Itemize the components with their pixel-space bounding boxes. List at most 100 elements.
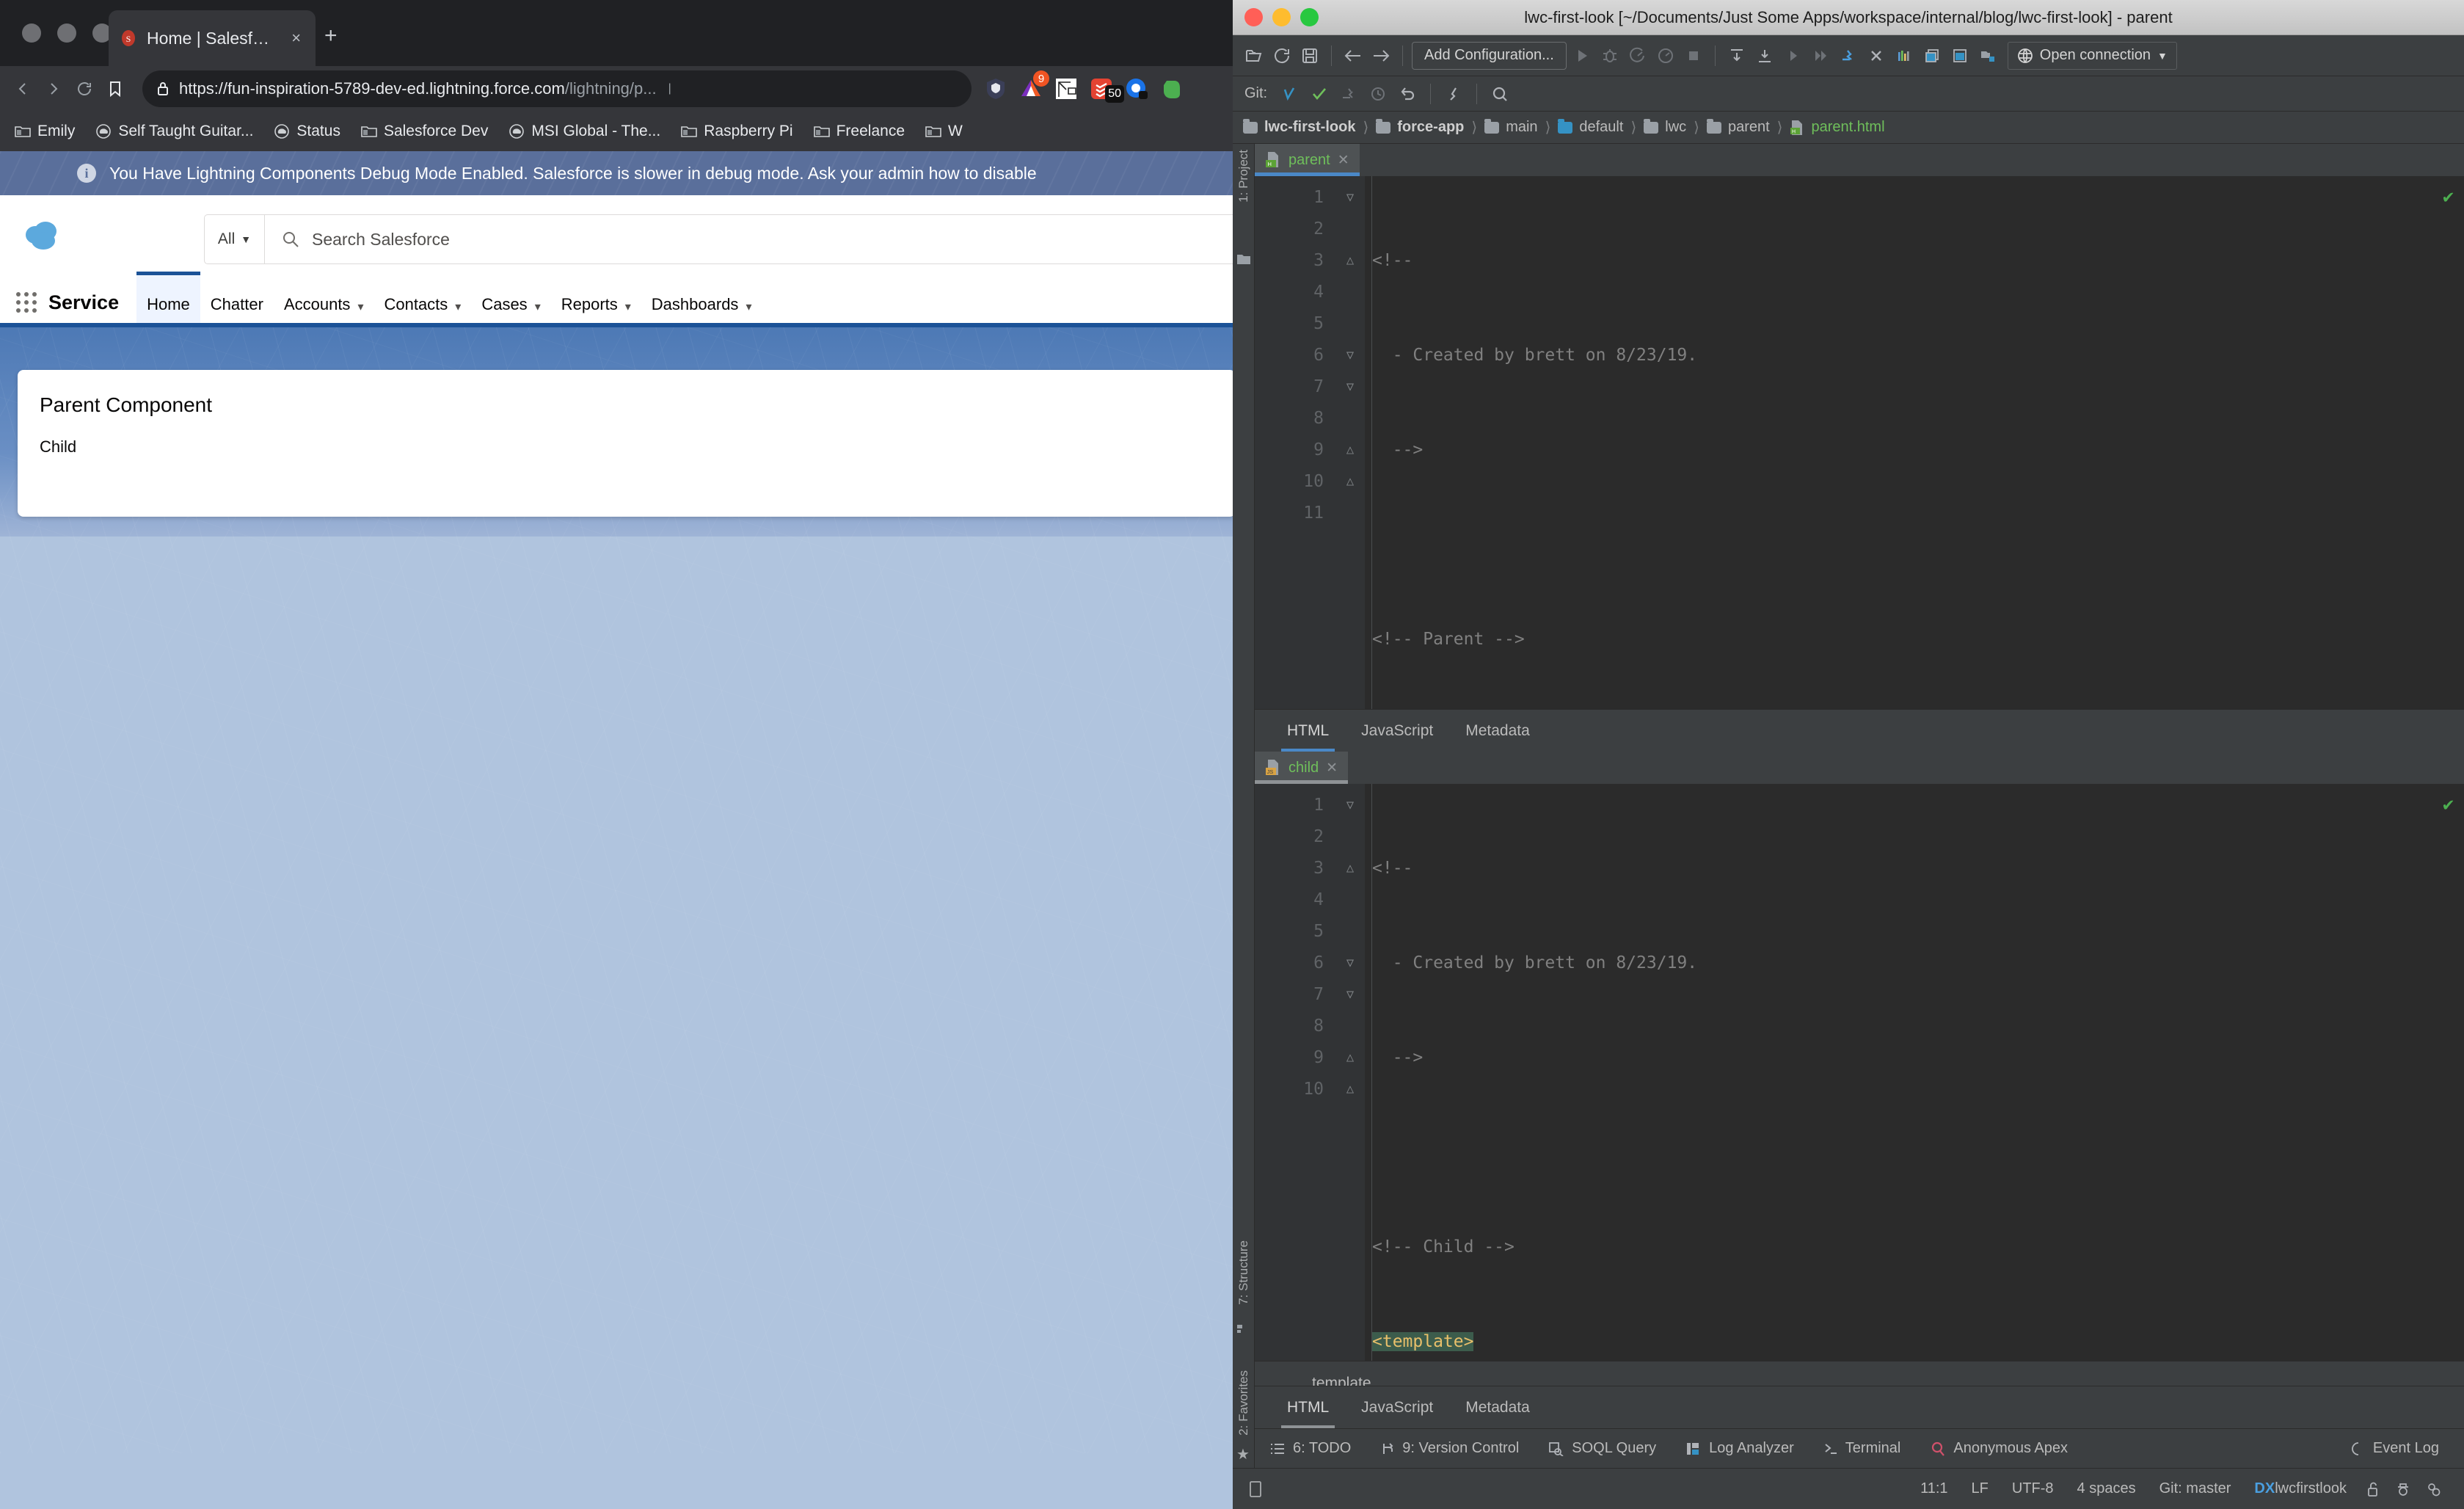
breadcrumb-item-force-app[interactable]: force-app — [1376, 118, 1464, 136]
new-tab-button[interactable]: + — [324, 25, 338, 47]
crane-extension-icon[interactable] — [1052, 75, 1080, 103]
close-icon[interactable]: × — [287, 29, 305, 48]
forward-icon[interactable] — [38, 73, 69, 104]
commit-icon[interactable] — [1307, 81, 1332, 106]
fold-marker-expanded[interactable]: ▽ — [1335, 790, 1365, 821]
git-branch-status[interactable]: Git: master — [2148, 1480, 2243, 1497]
breadcrumb-item-default[interactable]: default — [1558, 118, 1623, 136]
run-icon[interactable] — [1570, 43, 1594, 68]
bookmark-item[interactable]: Raspberry Pi — [674, 123, 800, 140]
nav-item-chatter[interactable]: Chatter — [200, 272, 274, 327]
idea-traffic-lights[interactable] — [1244, 8, 1319, 26]
idea-close-button[interactable] — [1244, 8, 1263, 26]
stop-icon[interactable] — [1681, 43, 1706, 68]
editor-tab-child[interactable]: JS child ✕ — [1255, 752, 1349, 784]
event-settings-icon[interactable] — [2419, 1480, 2449, 1498]
run-to-cursor-icon[interactable] — [1808, 43, 1833, 68]
tool-window-event-log[interactable]: Event Log — [2336, 1440, 2464, 1457]
chevron-down-icon[interactable]: ▼ — [2157, 50, 2168, 62]
chart-icon[interactable] — [1892, 43, 1917, 68]
idea-maximize-button[interactable] — [1300, 8, 1319, 26]
bottom-editor-code[interactable]: <!-- - Created by brett on 8/23/19. --> … — [1372, 790, 2464, 1405]
sidebar-item-favorites[interactable]: 2: Favorites — [1233, 1370, 1255, 1436]
fold-marker-expanded[interactable]: ▽ — [1335, 371, 1365, 403]
fold-marker-end[interactable]: △ — [1335, 853, 1365, 884]
sidebar-item-project[interactable]: 1: Project — [1233, 150, 1255, 203]
inspector-hat-icon[interactable] — [2388, 1480, 2419, 1498]
branch-icon[interactable] — [1441, 81, 1466, 106]
tool-window-version-control[interactable]: 9: Version Control — [1366, 1440, 1534, 1457]
tool-window-anonymous-apex[interactable]: Anonymous Apex — [1915, 1440, 2082, 1457]
top-editor-code[interactable]: <!-- - Created by brett on 8/23/19. --> … — [1372, 182, 2464, 709]
step-over-icon[interactable] — [1724, 43, 1749, 68]
editor-tab-parent[interactable]: H parent ✕ — [1255, 144, 1360, 176]
bookmark-item[interactable]: W — [918, 123, 970, 140]
back-icon[interactable] — [7, 73, 38, 104]
debug-icon[interactable] — [1597, 43, 1622, 68]
chevron-down-icon[interactable]: ▾ — [746, 299, 751, 314]
evernote-icon[interactable] — [1158, 75, 1186, 103]
nav-item-cases[interactable]: Cases ▾ — [471, 272, 550, 327]
rollback-icon[interactable] — [1395, 81, 1420, 106]
nav-item-contacts[interactable]: Contacts ▾ — [373, 272, 471, 327]
fold-marker-end[interactable]: △ — [1335, 1042, 1365, 1074]
bookmark-item[interactable]: Status — [266, 123, 348, 140]
fold-marker-end[interactable]: △ — [1335, 1074, 1365, 1105]
search-scope-select[interactable]: All ▼ — [205, 215, 265, 263]
bookmark-item[interactable]: Freelance — [806, 123, 912, 140]
ok-check-icon[interactable]: ✔ — [2443, 788, 2454, 820]
tool-window-todo[interactable]: 6: TODO — [1255, 1440, 1366, 1457]
ok-check-icon[interactable]: ✔ — [2443, 181, 2454, 212]
fold-marker-end[interactable]: △ — [1335, 466, 1365, 498]
sync-icon[interactable] — [1269, 43, 1294, 68]
fold-marker-expanded[interactable]: ▽ — [1335, 948, 1365, 979]
open-project-icon[interactable] — [1242, 43, 1266, 68]
browser-close-button[interactable] — [22, 23, 41, 43]
forward-icon[interactable] — [1368, 43, 1393, 68]
bookmark-item[interactable]: Emily — [7, 123, 82, 140]
salesforce-logo[interactable] — [21, 217, 63, 254]
deploy-icon[interactable] — [1975, 43, 2000, 68]
search-input[interactable]: Search Salesforce — [312, 230, 450, 250]
browser-traffic-lights[interactable] — [22, 23, 112, 43]
nav-item-dashboards[interactable]: Dashboards ▾ — [641, 272, 762, 327]
nav-item-accounts[interactable]: Accounts ▾ — [274, 272, 374, 327]
tool-window-soql-query[interactable]: SOQL Query — [1534, 1440, 1671, 1457]
close-icon[interactable]: ✕ — [1338, 152, 1349, 169]
chevron-down-icon[interactable]: ▾ — [535, 299, 541, 314]
nav-item-home[interactable]: Home — [136, 272, 200, 327]
fold-marker-expanded[interactable]: ▽ — [1335, 340, 1365, 371]
breadcrumb-item-main[interactable]: main — [1484, 118, 1538, 136]
tab-javascript[interactable]: JavaScript — [1345, 1386, 1449, 1429]
profile-icon[interactable] — [1653, 43, 1678, 68]
tab-metadata[interactable]: Metadata — [1449, 1386, 1546, 1429]
force-step-icon[interactable] — [1836, 43, 1861, 68]
browser-tab[interactable]: S Home | Salesforce × — [109, 10, 316, 66]
push-icon[interactable] — [1336, 81, 1361, 106]
tab-html[interactable]: HTML — [1271, 1386, 1345, 1429]
file-encoding[interactable]: UTF-8 — [2000, 1480, 2066, 1497]
open-connection-button[interactable]: Open connection ▼ — [2007, 41, 2177, 70]
brave-rewards-icon[interactable]: 9 — [1017, 70, 1049, 103]
address-bar[interactable]: https://fun-inspiration-5789-dev-ed.ligh… — [142, 70, 972, 107]
bookmark-item[interactable]: Self Taught Guitar... — [88, 123, 260, 140]
lock-open-icon[interactable] — [2358, 1480, 2388, 1498]
breadcrumb-item-parent-html[interactable]: H parent.html — [1790, 119, 1885, 136]
fold-marker-expanded[interactable]: ▽ — [1335, 182, 1365, 214]
step-into-icon[interactable] — [1752, 43, 1777, 68]
chevron-down-icon[interactable]: ▾ — [357, 299, 363, 314]
sidebar-item-structure[interactable]: 7: Structure — [1233, 1240, 1255, 1305]
breadcrumb-item-lwc-first-look[interactable]: lwc-first-look — [1243, 118, 1355, 136]
todoist-icon[interactable]: 50 — [1087, 75, 1124, 103]
tab-javascript[interactable]: JavaScript — [1345, 710, 1449, 752]
update-project-icon[interactable] — [1277, 81, 1302, 106]
tool-window-log-analyzer[interactable]: Log Analyzer — [1671, 1440, 1809, 1457]
step-out-icon[interactable] — [1780, 43, 1805, 68]
fold-marker-end[interactable]: △ — [1335, 245, 1365, 277]
close-icon[interactable]: ✕ — [1326, 760, 1338, 777]
breadcrumb-item-parent[interactable]: parent — [1706, 118, 1770, 136]
caret-position[interactable]: 11:1 — [1909, 1480, 1959, 1497]
add-configuration-button[interactable]: Add Configuration... — [1412, 41, 1567, 70]
idea-minimize-button[interactable] — [1272, 8, 1291, 26]
line-separator[interactable]: LF — [1960, 1480, 2000, 1497]
